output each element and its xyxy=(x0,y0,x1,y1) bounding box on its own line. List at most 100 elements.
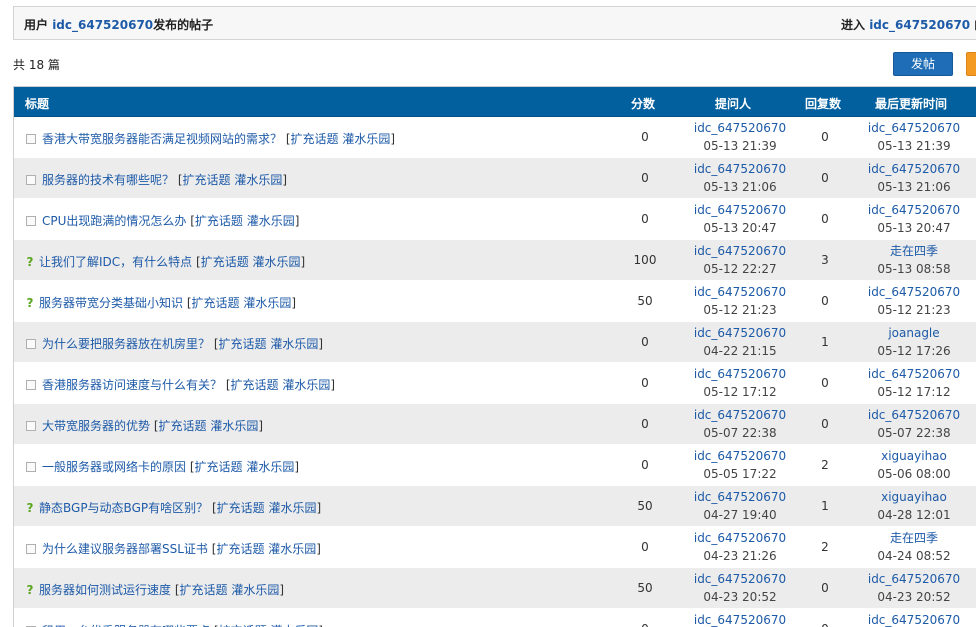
ask-time: 05-13 21:06 xyxy=(703,180,777,194)
post-title-link[interactable]: 服务器的技术有哪些呢？ xyxy=(42,173,174,187)
replies-cell: 0 xyxy=(821,581,829,595)
post-title-link[interactable]: 香港大带宽服务器能否满足视频网站的需求？ xyxy=(42,132,282,146)
enter-user-link[interactable]: idc_647520670 xyxy=(869,18,970,32)
asker-link[interactable]: idc_647520670 xyxy=(685,283,795,301)
last-update-time: 05-13 21:06 xyxy=(877,180,951,194)
table-row: CPU出现跑满的情况怎么办 [扩充话题 灌水乐园] 0 idc_647520670 0… xyxy=(14,199,976,240)
header-user-link[interactable]: idc_647520670 xyxy=(52,18,153,32)
enter-suffix: 的个 xyxy=(970,18,976,32)
post-title-link[interactable]: 让我们了解IDC，有什么特点 xyxy=(39,255,192,269)
asker-cell: idc_647520670 05-13 21:06 xyxy=(685,160,795,196)
last-update-time: 05-07 22:38 xyxy=(877,426,951,440)
asker-link[interactable]: idc_647520670 xyxy=(685,406,795,424)
last-user-link[interactable]: idc_647520670 xyxy=(859,406,969,424)
last-user-link[interactable]: xiguayihao xyxy=(859,447,969,465)
orange-action-button[interactable] xyxy=(966,52,976,76)
replies-cell: 1 xyxy=(821,335,829,349)
topic-tag: [扩充话题 灌水乐园] xyxy=(187,296,296,310)
post-title-link[interactable]: 静态BGP与动态BGP有啥区别？ xyxy=(39,501,208,515)
table-row: ? 让我们了解IDC，有什么特点 [扩充话题 灌水乐园] 100 idc_647520… xyxy=(14,240,976,281)
asker-cell: idc_64752067004-23 20:29 xyxy=(685,611,795,627)
topic-tag-link[interactable]: 扩充话题 灌水乐园 xyxy=(192,296,292,310)
topic-tag-link[interactable]: 扩充话题 灌水乐园 xyxy=(195,214,295,228)
asker-link[interactable]: idc_647520670 xyxy=(685,611,795,627)
new-post-button[interactable]: 发帖 xyxy=(893,52,953,76)
last-user-link[interactable]: 走在四季 xyxy=(859,529,969,547)
header-suffix: 发布的帖子 xyxy=(153,18,214,32)
topic-tag-link[interactable]: 扩充话题 灌水乐园 xyxy=(180,583,280,597)
header-title: 用户 idc_647520670发布的帖子 xyxy=(24,16,213,33)
post-title-link[interactable]: 服务器如何测试运行速度 xyxy=(39,583,171,597)
post-title-link[interactable]: 一般服务器或网络卡的原因 xyxy=(42,460,186,474)
post-title-link[interactable]: 香港服务器访问速度与什么有关？ xyxy=(42,378,222,392)
last-user-link[interactable]: idc_647520670 xyxy=(859,365,969,383)
last-update-cell: idc_64752067004-23 20:29 xyxy=(859,611,969,627)
asker-link[interactable]: idc_647520670 xyxy=(685,365,795,383)
topic-tag-link[interactable]: 扩充话题 灌水乐园 xyxy=(219,337,319,351)
last-user-link[interactable]: joanagle xyxy=(859,324,969,342)
topic-tag-link[interactable]: 扩充话题 灌水乐园 xyxy=(195,460,295,474)
last-user-link[interactable]: idc_647520670 xyxy=(859,611,969,627)
enter-user-space: 进入 idc_647520670 的个 xyxy=(841,16,976,33)
last-update-cell: idc_647520670 05-07 22:38 xyxy=(859,406,969,442)
last-user-link[interactable]: idc_647520670 xyxy=(859,201,969,219)
topic-tag-link[interactable]: 扩充话题 灌水乐园 xyxy=(216,542,316,556)
last-user-link[interactable]: idc_647520670 xyxy=(859,283,969,301)
table-row: 一般服务器或网络卡的原因 [扩充话题 灌水乐园] 0 idc_647520670 05… xyxy=(14,445,976,486)
last-update-cell: idc_647520670 04-23 20:52 xyxy=(859,570,969,606)
asker-link[interactable]: idc_647520670 xyxy=(685,119,795,137)
asker-link[interactable]: idc_647520670 xyxy=(685,447,795,465)
replies-cell: 0 xyxy=(821,376,829,390)
last-update-time: 05-13 08:58 xyxy=(877,262,951,276)
asker-cell: idc_647520670 04-23 20:52 xyxy=(685,570,795,606)
score-cell: 0 xyxy=(641,458,649,472)
topic-tag-link[interactable]: 扩充话题 灌水乐园 xyxy=(217,501,317,515)
last-user-link[interactable]: idc_647520670 xyxy=(859,160,969,178)
header-prefix: 用户 xyxy=(24,18,53,32)
asker-cell: idc_647520670 05-12 17:12 xyxy=(685,365,795,401)
topic-tag-link[interactable]: 扩充话题 灌水乐园 xyxy=(231,378,331,392)
post-title-link[interactable]: CPU出现跑满的情况怎么办 xyxy=(42,214,186,228)
tag-bracket-close: ] xyxy=(282,173,288,187)
asker-link[interactable]: idc_647520670 xyxy=(685,529,795,547)
asker-link[interactable]: idc_647520670 xyxy=(685,201,795,219)
topic-tag-link[interactable]: 扩充话题 灌水乐园 xyxy=(183,173,283,187)
question-icon: ? xyxy=(26,501,34,515)
asker-link[interactable]: idc_647520670 xyxy=(685,242,795,260)
asker-link[interactable]: idc_647520670 xyxy=(685,570,795,588)
asker-cell: idc_647520670 05-13 20:47 xyxy=(685,201,795,237)
last-update-cell: 走在四季 05-13 08:58 xyxy=(859,242,969,278)
replies-cell: 2 xyxy=(821,540,829,554)
replies-cell: 0 xyxy=(821,294,829,308)
last-update-time: 05-13 21:39 xyxy=(877,139,951,153)
last-update-time: 05-13 20:47 xyxy=(877,221,951,235)
replies-cell: 0 xyxy=(805,622,845,627)
topic-tag-link[interactable]: 扩充话题 灌水乐园 xyxy=(159,419,259,433)
topic-tag: [扩充话题 灌水乐园] xyxy=(190,460,299,474)
topic-tag-link[interactable]: 扩充话题 灌水乐园 xyxy=(291,132,391,146)
asker-cell: idc_647520670 04-27 19:40 xyxy=(685,488,795,524)
post-title-link[interactable]: 大带宽服务器的优势 xyxy=(42,419,150,433)
replies-cell: 0 xyxy=(821,417,829,431)
post-title-link[interactable]: 为什么建议服务器部署SSL证书 xyxy=(42,542,208,556)
title-cell: 为什么建议服务器部署SSL证书 [扩充话题 灌水乐园] xyxy=(24,540,321,557)
last-user-link[interactable]: idc_647520670 xyxy=(859,119,969,137)
asker-link[interactable]: idc_647520670 xyxy=(685,488,795,506)
table-row: 服务器的技术有哪些呢？ [扩充话题 灌水乐园] 0 idc_647520670 05-… xyxy=(14,158,976,199)
topic-tag-link[interactable]: 扩充话题 灌水乐园 xyxy=(201,255,301,269)
last-user-link[interactable]: xiguayihao xyxy=(859,488,969,506)
last-update-cell: 走在四季 04-24 08:52 xyxy=(859,529,969,565)
tag-bracket-close: ] xyxy=(390,132,396,146)
tag-bracket-close: ] xyxy=(291,296,297,310)
asker-link[interactable]: idc_647520670 xyxy=(685,324,795,342)
user-posts-header: 用户 idc_647520670发布的帖子 进入 idc_647520670 的… xyxy=(13,6,976,40)
score-cell: 0 xyxy=(641,540,649,554)
post-title-link[interactable]: 为什么要把服务器放在机房里？ xyxy=(42,337,210,351)
last-user-link[interactable]: idc_647520670 xyxy=(859,570,969,588)
last-user-link[interactable]: 走在四季 xyxy=(859,242,969,260)
asker-link[interactable]: idc_647520670 xyxy=(685,160,795,178)
tag-bracket-close: ] xyxy=(258,419,264,433)
post-title-link[interactable]: 服务器带宽分类基础小知识 xyxy=(39,296,183,310)
tag-bracket-close: ] xyxy=(316,542,321,556)
last-update-cell: xiguayihao 04-28 12:01 xyxy=(859,488,969,524)
